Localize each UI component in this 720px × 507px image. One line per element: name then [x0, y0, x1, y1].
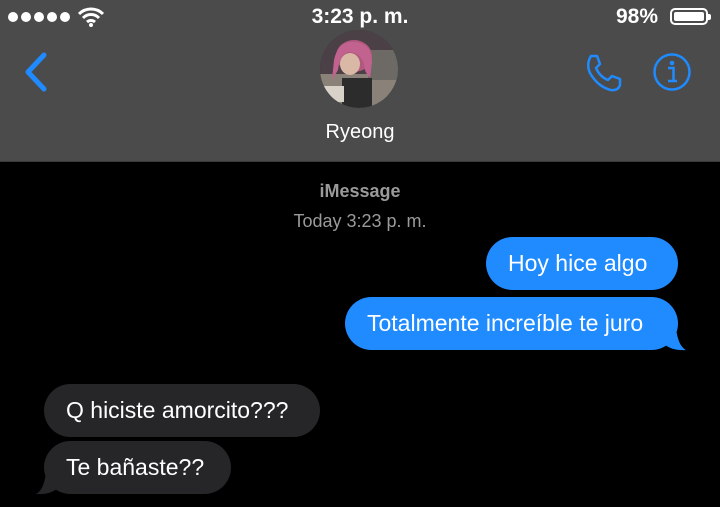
phone-icon[interactable]	[582, 52, 624, 94]
navigation-header: 3:23 p. m. 98% Ryeong	[0, 0, 720, 162]
message-text: Hoy hice algo	[508, 250, 648, 276]
sent-message-bubble[interactable]: Totalmente increíble te juro	[345, 297, 678, 350]
received-message-bubble[interactable]: Te bañaste??	[44, 441, 231, 494]
conversation-timestamp: Today 3:23 p. m.	[293, 211, 427, 231]
sent-message-bubble[interactable]: Hoy hice algo	[486, 237, 678, 290]
avatar-photo	[320, 30, 398, 108]
message-text: Totalmente increíble te juro	[367, 310, 644, 336]
message-text: Q hiciste amorcito???	[66, 397, 289, 423]
received-bubble-tail	[36, 472, 58, 495]
status-time: 3:23 p. m.	[311, 5, 409, 28]
service-label: iMessage	[319, 181, 401, 201]
message-text: Te bañaste??	[66, 454, 205, 480]
chevron-left-icon[interactable]	[22, 52, 50, 92]
battery-percentage: 98%	[615, 5, 658, 28]
received-message-bubble[interactable]: Q hiciste amorcito???	[44, 384, 320, 437]
info-icon[interactable]	[652, 52, 692, 92]
contact-avatar[interactable]	[320, 30, 398, 108]
battery-icon	[670, 8, 711, 25]
contact-name[interactable]: Ryeong	[0, 121, 720, 144]
sent-bubble-tail	[664, 328, 686, 351]
status-bar: 3:23 p. m. 98%	[0, 0, 720, 34]
